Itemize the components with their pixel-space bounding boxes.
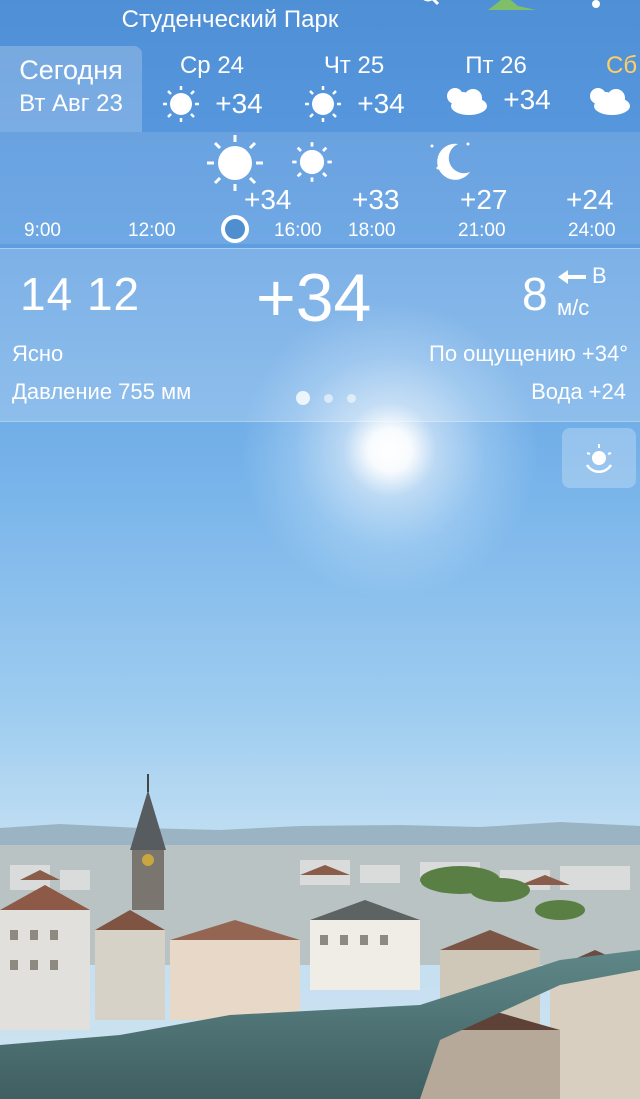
page-dot[interactable] <box>324 393 333 403</box>
hour-label: 18:00 <box>348 220 396 241</box>
hour-temp: +24 <box>566 184 614 215</box>
page-dot[interactable] <box>347 393 356 403</box>
hour-temp: +33 <box>352 184 400 215</box>
partly-cloudy-icon <box>590 88 630 115</box>
day-temp: +34 <box>215 88 263 119</box>
day-item[interactable]: Ср 24 +34 <box>142 46 282 124</box>
hour-label: 16:00 <box>274 220 322 241</box>
pressure: Давление 755 мм <box>12 379 192 404</box>
day-name: Чт 25 <box>323 52 385 79</box>
day-item[interactable]: Чт 25 +34 <box>284 46 424 124</box>
feels-like: По ощущению +34° <box>429 341 628 366</box>
sun-position-button[interactable] <box>562 428 636 488</box>
location-title[interactable]: Студенческий Парк <box>0 6 460 34</box>
day-name: Ср 24 <box>179 52 245 79</box>
hour-temp: +34 <box>244 184 292 215</box>
page-dot[interactable] <box>296 391 310 405</box>
wind-unit: м/с <box>557 295 590 320</box>
condition-text: Ясно <box>12 341 64 366</box>
sun-orbit-icon <box>585 444 613 474</box>
city-panorama <box>0 774 640 1099</box>
day-today[interactable]: Сегодня Вт Авг 23 <box>0 46 142 132</box>
sun-icon <box>292 142 332 182</box>
sun-icon <box>305 86 342 122</box>
day-name: Пт 26 <box>465 52 527 79</box>
hour-label: 12:00 <box>128 220 176 241</box>
current-temperature: +34 <box>256 260 372 336</box>
current-time-marker <box>221 215 249 243</box>
wind-arrow-icon <box>558 270 586 284</box>
water-temperature: Вода +24 <box>531 379 626 404</box>
hour-label: 21:00 <box>458 220 506 241</box>
landscape-icon[interactable] <box>488 0 536 12</box>
sun-icon <box>163 86 200 122</box>
day-item[interactable]: Пт 26 +34 <box>426 46 566 116</box>
current-weather-card[interactable]: 14 12 +34 8 В м/с Ясно По ощущению +34° … <box>0 248 640 422</box>
partly-cloudy-icon <box>447 88 488 115</box>
today-label: Сегодня <box>19 55 123 85</box>
page-indicator[interactable] <box>296 391 356 405</box>
daylight-hours: 14 12 <box>20 268 141 320</box>
search-icon[interactable] <box>420 0 440 8</box>
day-temp: +34 <box>357 88 405 119</box>
day-temp: +34 <box>503 84 551 115</box>
moon-icon <box>430 142 470 180</box>
wind-speed: 8 <box>522 268 548 320</box>
day-item[interactable]: Сб <box>568 46 640 116</box>
day-name: Сб <box>606 52 638 79</box>
more-menu-icon[interactable] <box>592 0 600 8</box>
hourly-forecast[interactable]: +34 +33 +27 +24 9:00 12:00 16:00 18:00 2… <box>0 132 640 244</box>
hour-label: 24:00 <box>568 220 616 241</box>
hour-label: 9:00 <box>24 220 61 241</box>
days-forecast: Сегодня Вт Авг 23 Ср 24 +34 Чт 25 +34 Пт… <box>0 46 640 132</box>
hour-temp: +27 <box>460 184 508 215</box>
today-date: Вт Авг 23 <box>19 90 123 117</box>
wind-direction: В <box>592 263 607 288</box>
